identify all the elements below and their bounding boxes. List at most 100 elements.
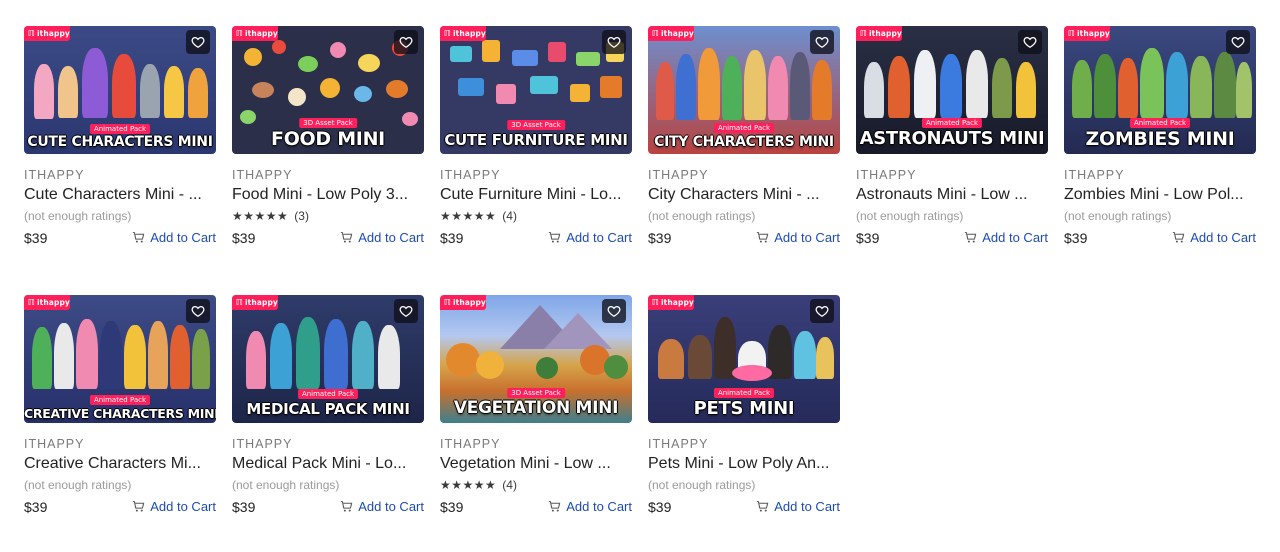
add-to-cart-button[interactable]: Add to Cart (132, 230, 216, 245)
favorite-button[interactable] (810, 30, 834, 54)
product-thumbnail[interactable]: ℿithappy Animated Pack ZOMBIES MINI (1064, 26, 1256, 154)
cart-icon (965, 232, 977, 243)
product-card[interactable]: ℿithappy 3D Asset Pack CUTE FURNITURE MI… (440, 26, 632, 266)
rating-text: (not enough ratings) (648, 209, 756, 223)
product-thumbnail[interactable]: ℿithappy 3D Asset Pack VEGETATION MINI (440, 295, 632, 423)
price: $39 (24, 499, 48, 515)
product-name[interactable]: City Characters Mini - ... (648, 186, 840, 204)
heart-icon (815, 305, 829, 318)
add-to-cart-button[interactable]: Add to Cart (340, 230, 424, 245)
product-name[interactable]: Cute Characters Mini - ... (24, 186, 216, 204)
rating-count: (4) (502, 209, 517, 223)
cart-icon (757, 232, 769, 243)
add-to-cart-button[interactable]: Add to Cart (964, 230, 1048, 245)
pack-type-pill: Animated Pack (713, 388, 775, 398)
favorite-button[interactable] (394, 30, 418, 54)
heart-icon (191, 305, 205, 318)
add-to-cart-button[interactable]: Add to Cart (340, 499, 424, 514)
favorite-button[interactable] (186, 299, 210, 323)
publisher-label[interactable]: ITHAPPY (648, 168, 709, 182)
favorite-button[interactable] (810, 299, 834, 323)
add-to-cart-button[interactable]: Add to Cart (756, 230, 840, 245)
favorite-button[interactable] (186, 30, 210, 54)
favorite-button[interactable] (602, 299, 626, 323)
rating-text: (not enough ratings) (856, 209, 964, 223)
add-to-cart-label: Add to Cart (774, 499, 840, 514)
product-card[interactable]: ℿithappy Animated Pack CITY CHARACTERS M… (648, 26, 840, 266)
publisher-label[interactable]: ITHAPPY (24, 168, 85, 182)
publisher-label[interactable]: ITHAPPY (232, 437, 293, 451)
add-to-cart-label: Add to Cart (1190, 230, 1256, 245)
brand-badge: ℿithappy (440, 295, 486, 310)
publisher-label[interactable]: ITHAPPY (440, 437, 501, 451)
product-card[interactable]: ℿithappy 3D Asset Pack VEGETATION MINI I… (440, 295, 632, 535)
publisher-label[interactable]: ITHAPPY (648, 437, 709, 451)
add-to-cart-button[interactable]: Add to Cart (132, 499, 216, 514)
pack-type-pill: 3D Asset Pack (507, 388, 565, 398)
rating: ★★★★★ (3) (232, 209, 309, 223)
add-to-cart-button[interactable]: Add to Cart (548, 230, 632, 245)
product-name[interactable]: Zombies Mini - Low Pol... (1064, 186, 1256, 204)
brand-badge: ℿithappy (440, 26, 486, 41)
banner-title: CREATIVE CHARACTERS MINI (24, 406, 216, 421)
publisher-label[interactable]: ITHAPPY (1064, 168, 1125, 182)
product-card[interactable]: ℿithappy 3D Asset Pack FOOD MINI ITHAPPY… (232, 26, 424, 266)
rating-text: (not enough ratings) (648, 478, 756, 492)
heart-icon (191, 36, 205, 49)
rating-count: (4) (502, 478, 517, 492)
favorite-button[interactable] (394, 299, 418, 323)
cart-icon (341, 232, 353, 243)
product-thumbnail[interactable]: ℿithappy Animated Pack ASTRONAUTS MINI (856, 26, 1048, 154)
product-card[interactable]: ℿithappy Animated Pack CUTE CHARACTERS M… (24, 26, 216, 266)
product-card[interactable]: ℿithappy Animated Pack ASTRONAUTS MINI I… (856, 26, 1048, 266)
publisher-label[interactable]: ITHAPPY (24, 437, 85, 451)
product-card[interactable]: ℿithappy Animated Pack PETS MINI ITHAPPY… (648, 295, 840, 535)
product-name[interactable]: Astronauts Mini - Low ... (856, 186, 1048, 204)
product-name[interactable]: Pets Mini - Low Poly An... (648, 455, 840, 473)
product-thumbnail[interactable]: ℿithappy 3D Asset Pack CUTE FURNITURE MI… (440, 26, 632, 154)
product-thumbnail[interactable]: ℿithappy Animated Pack CUTE CHARACTERS M… (24, 26, 216, 154)
rating-text: (not enough ratings) (24, 209, 132, 223)
cart-icon (341, 501, 353, 512)
publisher-label[interactable]: ITHAPPY (232, 168, 293, 182)
pack-type-pill: Animated Pack (713, 123, 775, 133)
price: $39 (232, 230, 256, 246)
pack-type-pill: Animated Pack (89, 124, 151, 134)
publisher-label[interactable]: ITHAPPY (856, 168, 917, 182)
rating-text: (not enough ratings) (232, 478, 340, 492)
product-name[interactable]: Creative Characters Mi... (24, 455, 216, 473)
product-thumbnail[interactable]: ℿithappy Animated Pack MEDICAL PACK MINI (232, 295, 424, 423)
add-to-cart-label: Add to Cart (358, 499, 424, 514)
add-to-cart-label: Add to Cart (982, 230, 1048, 245)
product-name[interactable]: Vegetation Mini - Low ... (440, 455, 632, 473)
product-thumbnail[interactable]: ℿithappy Animated Pack PETS MINI (648, 295, 840, 423)
add-to-cart-label: Add to Cart (774, 230, 840, 245)
product-name[interactable]: Food Mini - Low Poly 3... (232, 186, 424, 204)
heart-icon (399, 36, 413, 49)
heart-icon (815, 36, 829, 49)
publisher-label[interactable]: ITHAPPY (440, 168, 501, 182)
product-thumbnail[interactable]: ℿithappy Animated Pack CITY CHARACTERS M… (648, 26, 840, 154)
add-to-cart-button[interactable]: Add to Cart (1172, 230, 1256, 245)
product-thumbnail[interactable]: ℿithappy 3D Asset Pack FOOD MINI (232, 26, 424, 154)
add-to-cart-button[interactable]: Add to Cart (756, 499, 840, 514)
price: $39 (24, 230, 48, 246)
banner-title: CUTE FURNITURE MINI (444, 131, 628, 149)
add-to-cart-button[interactable]: Add to Cart (548, 499, 632, 514)
product-thumbnail[interactable]: ℿithappy Animated Pack CREATIVE CHARACTE… (24, 295, 216, 423)
favorite-button[interactable] (1226, 30, 1250, 54)
favorite-button[interactable] (602, 30, 626, 54)
heart-icon (1231, 36, 1245, 49)
price: $39 (232, 499, 256, 515)
product-name[interactable]: Medical Pack Mini - Lo... (232, 455, 424, 473)
brand-badge: ℿithappy (1064, 26, 1110, 41)
pack-type-pill: 3D Asset Pack (299, 118, 357, 128)
favorite-button[interactable] (1018, 30, 1042, 54)
pack-type-pill: Animated Pack (921, 118, 983, 128)
product-name[interactable]: Cute Furniture Mini - Lo... (440, 186, 632, 204)
product-card[interactable]: ℿithappy Animated Pack CREATIVE CHARACTE… (24, 295, 216, 535)
banner-title: ASTRONAUTS MINI (859, 128, 1045, 149)
heart-icon (607, 36, 621, 49)
product-card[interactable]: ℿithappy Animated Pack ZOMBIES MINI ITHA… (1064, 26, 1256, 266)
product-card[interactable]: ℿithappy Animated Pack MEDICAL PACK MINI… (232, 295, 424, 535)
